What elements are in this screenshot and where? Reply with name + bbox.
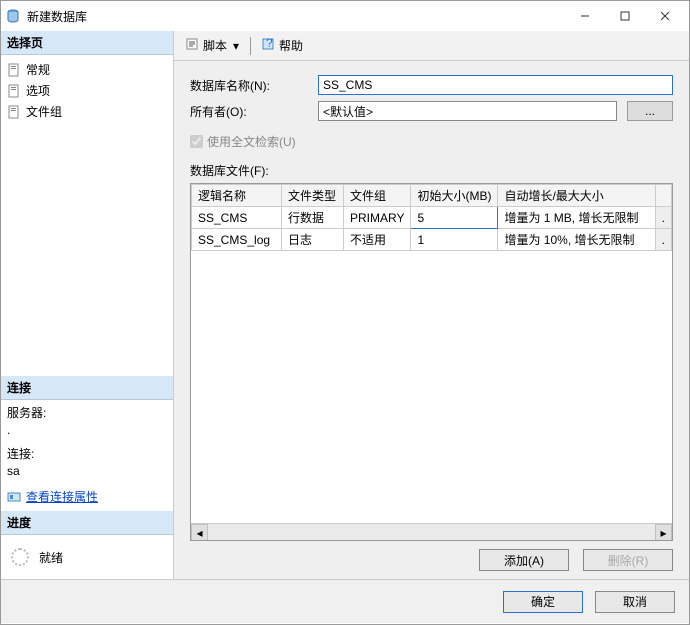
- cell-ellipsis-button[interactable]: .: [655, 207, 671, 229]
- page-icon: [7, 84, 21, 98]
- cell-group[interactable]: 不适用: [344, 229, 411, 251]
- col-extra: [655, 185, 671, 207]
- toolbar-separator: [250, 37, 251, 55]
- script-label: 脚本: [203, 37, 227, 54]
- help-label: 帮助: [279, 37, 303, 54]
- conn-label: 连接:: [7, 445, 167, 462]
- progress-section: 就绪: [1, 535, 173, 579]
- connection-header: 连接: [1, 376, 173, 400]
- close-button[interactable]: [645, 2, 685, 30]
- dropdown-arrow-icon: ▾: [233, 39, 239, 53]
- cell-growth[interactable]: 增量为 10%, 增长无限制: [498, 229, 655, 251]
- script-icon: [186, 37, 200, 54]
- scroll-track[interactable]: [208, 524, 655, 540]
- conn-value: sa: [7, 464, 167, 478]
- db-name-label: 数据库名称(N):: [190, 77, 318, 94]
- page-item-label: 文件组: [26, 103, 62, 120]
- help-icon: ?: [262, 37, 276, 54]
- dialog-buttons: 确定 取消: [1, 579, 689, 623]
- fulltext-label: 使用全文检索(U): [207, 133, 296, 150]
- cell-growth[interactable]: 增量为 1 MB, 增长无限制: [498, 207, 655, 229]
- fulltext-checkbox: 使用全文检索(U): [190, 133, 673, 150]
- ok-button[interactable]: 确定: [503, 591, 583, 613]
- svg-text:?: ?: [266, 37, 273, 50]
- owner-browse-button[interactable]: ...: [627, 101, 673, 121]
- progress-status: 就绪: [39, 549, 63, 566]
- cell-size[interactable]: 1: [411, 229, 498, 251]
- remove-button[interactable]: 删除(R): [583, 549, 673, 571]
- progress-header: 进度: [1, 511, 173, 535]
- cell-type[interactable]: 日志: [282, 229, 344, 251]
- cell-type[interactable]: 行数据: [282, 207, 344, 229]
- page-item-options[interactable]: 选项: [7, 80, 167, 101]
- col-logical-name[interactable]: 逻辑名称: [192, 185, 282, 207]
- col-autogrowth[interactable]: 自动增长/最大大小: [498, 185, 655, 207]
- page-item-label: 常规: [26, 61, 50, 78]
- cancel-button[interactable]: 取消: [595, 591, 675, 613]
- window-title: 新建数据库: [27, 8, 565, 25]
- page-item-label: 选项: [26, 82, 50, 99]
- horizontal-scrollbar[interactable]: ◂ ▸: [191, 523, 672, 540]
- left-panel: 选择页 常规 选项 文件组 连接 服务器: . 连接: sa 查看连接: [1, 31, 174, 579]
- table-row[interactable]: SS_CMS 行数据 PRIMARY 5 增量为 1 MB, 增长无限制 .: [192, 207, 672, 229]
- files-grid[interactable]: 逻辑名称 文件类型 文件组 初始大小(MB) 自动增长/最大大小 SS_CMS …: [190, 183, 673, 541]
- connection-icon: [7, 490, 21, 504]
- page-list: 常规 选项 文件组: [1, 55, 173, 126]
- script-button[interactable]: 脚本 ▾: [182, 35, 243, 56]
- col-init-size[interactable]: 初始大小(MB): [411, 185, 498, 207]
- right-panel: 脚本 ▾ ? 帮助 数据库名称(N): 所有者(O): ... 使用全文检索(U…: [174, 31, 689, 579]
- add-button[interactable]: 添加(A): [479, 549, 569, 571]
- db-name-input[interactable]: [318, 75, 673, 95]
- owner-label: 所有者(O):: [190, 103, 318, 120]
- connection-info: 服务器: . 连接: sa 查看连接属性: [1, 400, 173, 511]
- cell-name[interactable]: SS_CMS_log: [192, 229, 282, 251]
- cell-group[interactable]: PRIMARY: [344, 207, 411, 229]
- help-button[interactable]: ? 帮助: [258, 35, 307, 56]
- page-item-filegroups[interactable]: 文件组: [7, 101, 167, 122]
- page-icon: [7, 105, 21, 119]
- toolbar: 脚本 ▾ ? 帮助: [174, 31, 689, 61]
- table-row[interactable]: SS_CMS_log 日志 不适用 1 增量为 10%, 增长无限制 .: [192, 229, 672, 251]
- database-icon: [5, 8, 21, 24]
- spinner-icon: [11, 548, 29, 566]
- server-label: 服务器:: [7, 404, 167, 421]
- db-files-label: 数据库文件(F):: [190, 162, 673, 179]
- col-file-type[interactable]: 文件类型: [282, 185, 344, 207]
- title-bar: 新建数据库: [1, 1, 689, 31]
- select-page-header: 选择页: [1, 31, 173, 55]
- minimize-button[interactable]: [565, 2, 605, 30]
- page-item-general[interactable]: 常规: [7, 59, 167, 80]
- view-connection-props-link[interactable]: 查看连接属性: [26, 488, 98, 505]
- owner-input[interactable]: [318, 101, 617, 121]
- col-filegroup[interactable]: 文件组: [344, 185, 411, 207]
- cell-name[interactable]: SS_CMS: [192, 207, 282, 229]
- scroll-left-arrow-icon[interactable]: ◂: [191, 524, 208, 541]
- maximize-button[interactable]: [605, 2, 645, 30]
- cell-ellipsis-button[interactable]: .: [655, 229, 671, 251]
- server-value: .: [7, 423, 167, 437]
- page-icon: [7, 63, 21, 77]
- fulltext-check-input: [190, 135, 203, 148]
- cell-size[interactable]: 5: [411, 207, 498, 229]
- scroll-right-arrow-icon[interactable]: ▸: [655, 524, 672, 541]
